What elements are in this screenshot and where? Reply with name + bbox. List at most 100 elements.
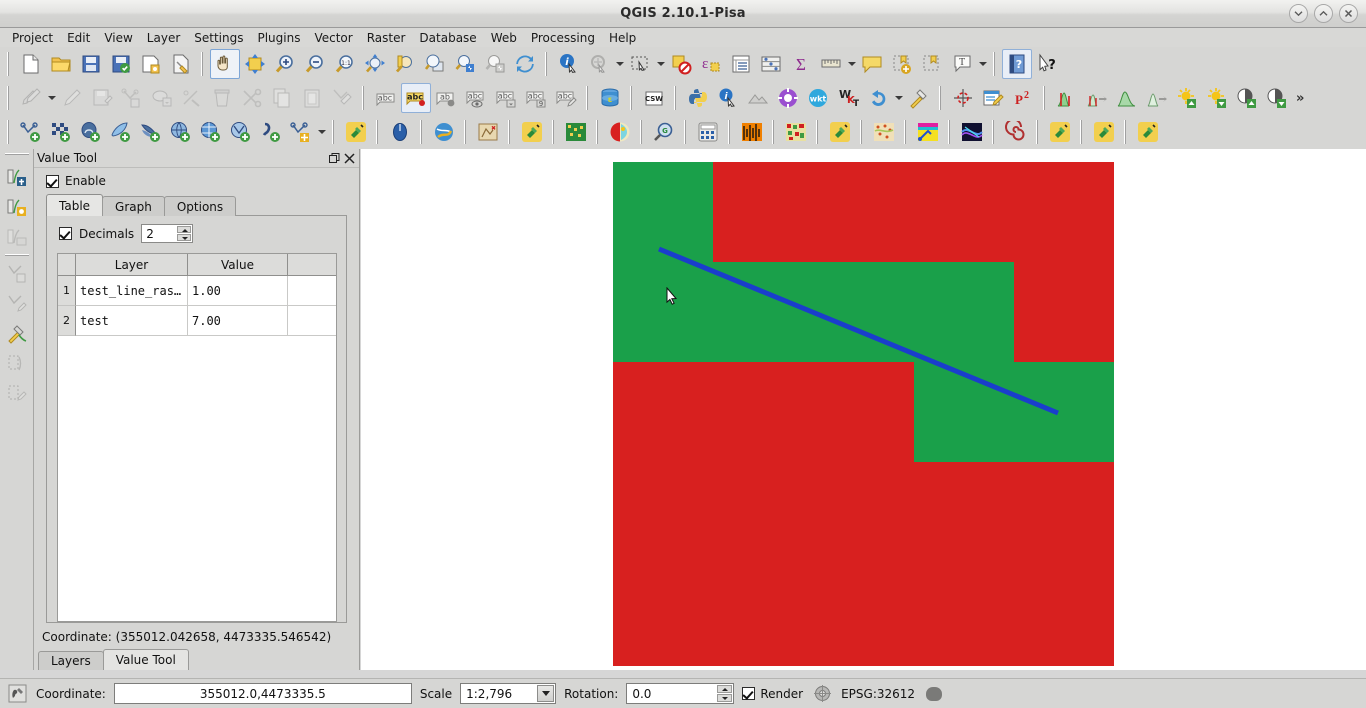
- plugin-connector-icon[interactable]: [517, 117, 547, 147]
- toggle-editing-icon[interactable]: [57, 83, 87, 113]
- add-spatialite-layer-icon[interactable]: [106, 117, 136, 147]
- rotation-stepper[interactable]: [717, 685, 733, 702]
- pin-labels-icon[interactable]: ab: [431, 83, 461, 113]
- warp-plugin-icon[interactable]: [957, 117, 987, 147]
- remove-all-from-overview-icon[interactable]: [2, 222, 32, 252]
- refresh-icon[interactable]: [510, 49, 540, 79]
- menu-vector[interactable]: Vector: [307, 30, 359, 46]
- menu-view[interactable]: View: [97, 30, 139, 46]
- p2-icon[interactable]: P2: [1008, 83, 1038, 113]
- rotate-label-icon[interactable]: abc 9: [521, 83, 551, 113]
- enable-checkbox[interactable]: [46, 174, 59, 188]
- select-by-rectangle-dropdown[interactable]: [655, 49, 666, 79]
- wkt-icon[interactable]: wkt: [803, 83, 833, 113]
- mouse-plugin-icon[interactable]: [385, 117, 415, 147]
- new-project-icon[interactable]: [16, 49, 46, 79]
- crs-icon[interactable]: [811, 683, 833, 705]
- current-edits-dropdown[interactable]: [46, 83, 57, 113]
- new-spatialite-layer-icon[interactable]: [2, 288, 32, 318]
- add-wfs-layer-icon[interactable]: [226, 117, 256, 147]
- new-vector-layer-icon[interactable]: [286, 117, 316, 147]
- color-ramp-plugin-icon[interactable]: [913, 117, 943, 147]
- save-project-as-icon[interactable]: [106, 49, 136, 79]
- open-field-calculator-icon[interactable]: [2, 318, 32, 348]
- zoom-full-icon[interactable]: [360, 49, 390, 79]
- menu-edit[interactable]: Edit: [60, 30, 97, 46]
- show-hide-labels-icon[interactable]: abc: [461, 83, 491, 113]
- new-memory-layer-icon[interactable]: [2, 348, 32, 378]
- georeferencer-icon[interactable]: [948, 83, 978, 113]
- identify-features-icon[interactable]: i: [554, 49, 584, 79]
- increase-contrast-icon[interactable]: [1232, 83, 1262, 113]
- value-tool-icon[interactable]: i: [713, 83, 743, 113]
- whats-this-icon[interactable]: ?: [1032, 49, 1062, 79]
- menu-layer[interactable]: Layer: [140, 30, 187, 46]
- dock-tab-layers[interactable]: Layers: [38, 651, 104, 670]
- add-vector-layer-icon[interactable]: [16, 117, 46, 147]
- annotation-dropdown[interactable]: [977, 49, 988, 79]
- crs-label[interactable]: EPSG:32612: [841, 687, 915, 701]
- current-edits-icon[interactable]: [16, 83, 46, 113]
- select-features-icon[interactable]: [584, 49, 614, 79]
- new-shapefile-layer-icon[interactable]: [2, 258, 32, 288]
- decrease-brightness-icon[interactable]: [1202, 83, 1232, 113]
- menu-plugins[interactable]: Plugins: [250, 30, 307, 46]
- move-feature-icon[interactable]: [147, 83, 177, 113]
- undo-plugin-dropdown[interactable]: [893, 83, 904, 113]
- column-header-layer[interactable]: Layer: [76, 254, 188, 276]
- cumulative-cut-extent-icon[interactable]: [1142, 83, 1172, 113]
- zoom-last-icon[interactable]: [450, 49, 480, 79]
- minimize-button[interactable]: [1289, 4, 1308, 23]
- undock-icon[interactable]: [327, 151, 342, 166]
- maximize-button[interactable]: [1314, 4, 1333, 23]
- csw-catalog-icon[interactable]: CSW: [639, 83, 669, 113]
- menu-database[interactable]: Database: [412, 30, 483, 46]
- delete-selected-icon[interactable]: [207, 83, 237, 113]
- show-bookmarks-icon[interactable]: [917, 49, 947, 79]
- messages-icon[interactable]: [923, 683, 945, 705]
- globe-plugin-icon[interactable]: [429, 117, 459, 147]
- copy-features-icon[interactable]: [267, 83, 297, 113]
- chevron-down-icon[interactable]: [537, 685, 555, 702]
- add-raster-layer-icon[interactable]: [46, 117, 76, 147]
- coordinate-input[interactable]: 355012.0,4473335.5: [113, 683, 412, 704]
- map-tips-icon[interactable]: [857, 49, 887, 79]
- decimals-checkbox[interactable]: [59, 227, 72, 240]
- tab-graph[interactable]: Graph: [102, 196, 165, 216]
- add-wcs-layer-icon[interactable]: [196, 117, 226, 147]
- rotation-spinbox[interactable]: 0.0: [626, 683, 735, 704]
- dock-tab-value-tool[interactable]: Value Tool: [102, 649, 189, 670]
- column-header-extra[interactable]: [288, 254, 336, 276]
- table-row[interactable]: 2 test 7.00: [58, 306, 336, 336]
- select-by-rectangle-icon[interactable]: [625, 49, 655, 79]
- rotation-step-up[interactable]: [717, 685, 733, 693]
- move-label-icon[interactable]: abc: [491, 83, 521, 113]
- field-calculator-icon[interactable]: [756, 49, 786, 79]
- decrease-contrast-icon[interactable]: [1262, 83, 1292, 113]
- edit-metadata-icon[interactable]: [978, 83, 1008, 113]
- map-plugin-icon[interactable]: ✖: [473, 117, 503, 147]
- new-print-composer-icon[interactable]: [136, 49, 166, 79]
- menu-raster[interactable]: Raster: [360, 30, 413, 46]
- zoom-next-icon[interactable]: [480, 49, 510, 79]
- add-delimited-text-layer-icon[interactable]: [256, 117, 286, 147]
- add-wms-layer-icon[interactable]: [166, 117, 196, 147]
- interpolation-plugin-icon[interactable]: [869, 117, 899, 147]
- scale-combobox[interactable]: 1:2,796: [460, 683, 557, 704]
- statistical-summary-icon[interactable]: Σ: [786, 49, 816, 79]
- undo-plugin-icon[interactable]: [863, 83, 893, 113]
- cut-features-icon[interactable]: [237, 83, 267, 113]
- change-label-icon[interactable]: abc: [551, 83, 581, 113]
- table-row[interactable]: 1 test_line_ras… 1.00: [58, 276, 336, 306]
- settings-gear-icon[interactable]: [773, 83, 803, 113]
- decimals-spinbox[interactable]: 2: [141, 224, 194, 243]
- close-icon[interactable]: [342, 151, 357, 166]
- increase-brightness-icon[interactable]: [1172, 83, 1202, 113]
- undo-edits-icon[interactable]: [327, 83, 357, 113]
- save-layer-edits-icon[interactable]: [87, 83, 117, 113]
- stretch-histogram-extent-icon[interactable]: [1082, 83, 1112, 113]
- deselect-all-icon[interactable]: [666, 49, 696, 79]
- add-to-overview-icon[interactable]: [2, 162, 32, 192]
- render-checkbox[interactable]: [742, 687, 756, 700]
- menu-help[interactable]: Help: [602, 30, 643, 46]
